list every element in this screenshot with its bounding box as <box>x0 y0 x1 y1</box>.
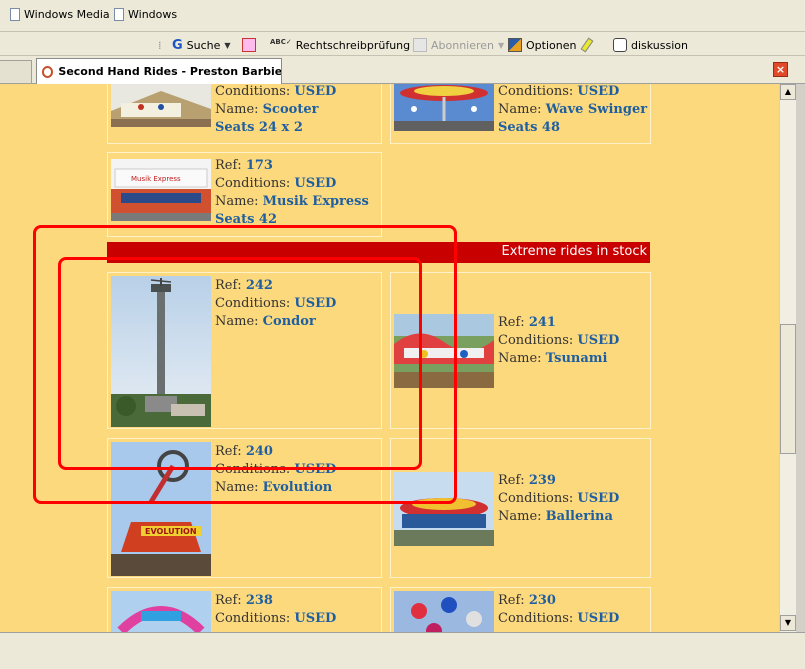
search-button[interactable]: G Suche ▼ <box>172 36 231 54</box>
ride-conditions: USED <box>577 84 620 99</box>
ride-info: Ref: 238 Conditions: USED <box>215 592 336 628</box>
name-label: Name: <box>498 351 542 366</box>
options-button[interactable]: Optionen <box>508 36 576 54</box>
svg-text:Musik Express: Musik Express <box>131 175 181 183</box>
ride-ref: 239 <box>528 473 556 488</box>
ride-conditions: USED <box>577 491 620 506</box>
ref-label: Ref: <box>498 593 525 608</box>
ride-conditions: USED <box>294 611 337 626</box>
conditions-label: Conditions: <box>215 611 291 626</box>
ride-ref: 230 <box>528 593 556 608</box>
options-label: Optionen <box>526 38 577 52</box>
ride-photo-230[interactable] <box>394 591 494 632</box>
conditions-label: Conditions: <box>215 84 291 99</box>
ref-label: Ref: <box>498 473 525 488</box>
ride-conditions: USED <box>294 84 337 99</box>
ride-info: Ref: 239 Conditions: USED Name: Ballerin… <box>498 472 619 526</box>
search-label: Suche <box>186 38 221 52</box>
ride-conditions: USED <box>577 333 620 348</box>
ride-ref: 173 <box>245 158 273 173</box>
ride-name[interactable]: Scooter <box>263 102 319 117</box>
spellcheck-button[interactable]: ABC✓ Rechtschreibprüfung ▼ <box>270 36 420 54</box>
page-content: Conditions: USED Name: Scooter Seats 24 … <box>0 84 779 632</box>
ref-label: Ref: <box>498 315 525 330</box>
conditions-label: Conditions: <box>215 176 291 191</box>
link-windows-label: Windows <box>128 8 178 21</box>
google-toolbar: ▼ ⁞ G Suche ▼ ABC✓ Rechtschreibprüfung ▼… <box>0 32 805 84</box>
name-label: Name: <box>498 102 542 117</box>
highlight-button[interactable] <box>580 36 594 54</box>
section-title: Extreme rides in stock <box>501 244 647 259</box>
google-icon: G <box>172 37 183 53</box>
name-label: Name: <box>215 194 259 209</box>
ride-name[interactable]: Wave Swinger <box>546 102 647 117</box>
ride-ref: 238 <box>245 593 273 608</box>
conditions-label: Conditions: <box>498 491 574 506</box>
scroll-up-icon[interactable]: ▲ <box>780 84 796 100</box>
link-windows-media[interactable]: Windows Media <box>10 8 110 21</box>
ride-conditions: USED <box>577 611 620 626</box>
ride-seats: Seats 24 x 2 <box>215 120 303 135</box>
ride-info: Ref: 241 Conditions: USED Name: Tsunami <box>498 314 619 368</box>
page-icon <box>114 8 124 21</box>
ride-name[interactable]: Tsunami <box>546 351 608 366</box>
ride-card-230[interactable]: Ref: 230 Conditions: USED <box>390 587 651 632</box>
ride-photo-238[interactable] <box>111 591 211 632</box>
ride-ref: 241 <box>528 315 556 330</box>
ride-card-wave-swinger[interactable]: Conditions: USED Name: Wave Swinger Seat… <box>390 84 651 144</box>
conditions-label: Conditions: <box>498 84 574 99</box>
ref-label: Ref: <box>215 158 242 173</box>
spellcheck-icon: ABC✓ <box>270 38 292 46</box>
site-favicon-icon <box>42 65 54 78</box>
status-bar <box>0 632 805 669</box>
link-windows[interactable]: Windows <box>114 8 177 21</box>
discussion-icon <box>613 38 627 52</box>
close-tab-icon[interactable]: × <box>773 62 788 77</box>
ride-conditions: USED <box>294 176 337 191</box>
scroll-down-icon[interactable]: ▼ <box>780 615 796 631</box>
name-label: Name: <box>498 509 542 524</box>
spellcheck-label: Rechtschreibprüfung <box>295 38 411 52</box>
ref-label: Ref: <box>215 593 242 608</box>
toolbar-separator-icon: ⁞ <box>158 38 162 52</box>
subscribe-button[interactable]: Abonnieren ▼ <box>413 36 504 54</box>
ride-photo-scooter[interactable] <box>111 84 211 127</box>
blocker-icon <box>242 38 256 52</box>
scrollbar-thumb[interactable] <box>780 324 796 454</box>
ride-info: Ref: 230 Conditions: USED <box>498 592 619 628</box>
ride-info: Conditions: USED Name: Wave Swinger Seat… <box>498 84 647 137</box>
vertical-scrollbar[interactable]: ▲ ▼ <box>779 84 796 632</box>
tab-title: Second Hand Rides - Preston Barbier... <box>58 65 281 78</box>
ride-info: Ref: 173 Conditions: USED Name: Musik Ex… <box>215 157 369 229</box>
options-icon <box>508 38 522 52</box>
tab-previous[interactable] <box>0 60 32 84</box>
annotation-inner-box <box>58 257 422 470</box>
subscribe-label: Abonnieren <box>431 38 495 52</box>
name-label: Name: <box>215 102 259 117</box>
tab-active[interactable]: Second Hand Rides - Preston Barbier... <box>36 58 282 84</box>
conditions-label: Conditions: <box>498 333 574 348</box>
popup-blocker-button[interactable] <box>242 36 256 54</box>
discussion-label: diskussion <box>631 38 688 52</box>
discussion-button[interactable]: diskussion <box>613 36 688 54</box>
caret-down-icon[interactable]: ▼ <box>498 41 504 50</box>
links-bar: Windows Media Windows <box>0 0 805 32</box>
ride-card-238[interactable]: Ref: 238 Conditions: USED <box>107 587 382 632</box>
conditions-label: Conditions: <box>498 611 574 626</box>
ride-name[interactable]: Musik Express <box>263 194 369 209</box>
ride-info: Conditions: USED Name: Scooter Seats 24 … <box>215 84 336 137</box>
svg-text:EVOLUTION: EVOLUTION <box>145 527 197 536</box>
ride-photo-musik-express[interactable]: Musik Express <box>111 159 211 221</box>
link-windows-media-label: Windows Media <box>24 8 110 21</box>
window-frame <box>796 84 805 632</box>
highlighter-icon <box>580 37 594 53</box>
ride-seats: Seats 48 <box>498 120 561 135</box>
ride-photo-wave-swinger[interactable] <box>394 84 494 131</box>
feed-icon <box>413 38 427 52</box>
ride-card-scooter[interactable]: Conditions: USED Name: Scooter Seats 24 … <box>107 84 382 144</box>
ride-name[interactable]: Ballerina <box>546 509 613 524</box>
page-icon <box>10 8 20 21</box>
caret-down-icon[interactable]: ▼ <box>224 41 230 50</box>
